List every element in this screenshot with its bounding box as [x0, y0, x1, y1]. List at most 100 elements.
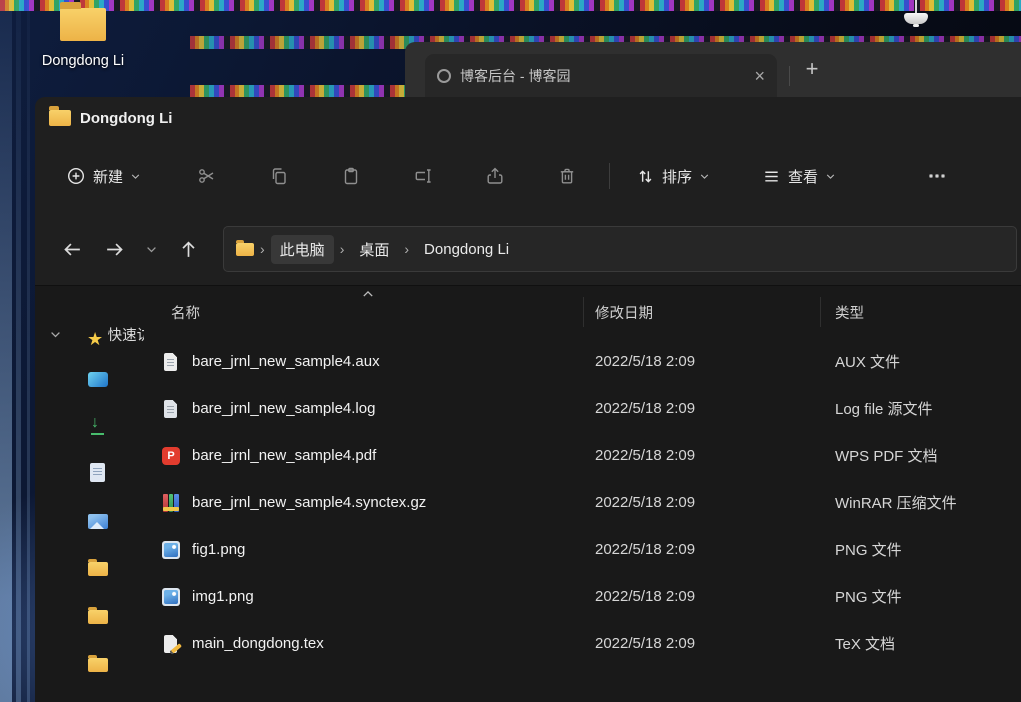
file-name: bare_jrnl_new_sample4.aux — [192, 353, 380, 370]
sidebar-item-desktop[interactable] — [88, 372, 108, 392]
file-rows: bare_jrnl_new_sample4.aux 2022/5/18 2:09… — [151, 338, 1021, 702]
file-row[interactable]: img1.png 2022/5/18 2:09 PNG 文件 — [151, 573, 1021, 620]
share-button[interactable] — [473, 156, 517, 196]
folder-icon — [88, 607, 108, 624]
forward-button[interactable] — [93, 229, 135, 269]
quick-access-label: 快速访问 — [107, 328, 144, 344]
tab-divider — [789, 66, 790, 86]
hanging-lamp-decoration — [903, 0, 929, 30]
browser-tab[interactable]: 博客后台 - 博客园 × — [425, 54, 777, 97]
desktop-shortcut-dongdong-li[interactable]: Dongdong Li — [30, 2, 136, 69]
cut-button[interactable] — [185, 156, 229, 196]
desktop: Dongdong Li 博客后台 - 博客园 × + Dongdong Li 新… — [0, 0, 1021, 702]
new-button-label: 新建 — [93, 168, 124, 186]
sort-button[interactable]: 排序 — [630, 158, 716, 195]
back-button[interactable] — [51, 229, 93, 269]
chevron-down-icon — [826, 173, 835, 179]
sidebar-item-downloads[interactable] — [89, 414, 107, 440]
file-row[interactable]: bare_jrnl_new_sample4.synctex.gz 2022/5/… — [151, 479, 1021, 526]
column-header-name[interactable]: 名称 — [171, 302, 200, 323]
folder-icon — [49, 106, 71, 126]
file-explorer-window: Dongdong Li 新建 排序 查看 › 此电脑 › 桌面 › Dongdo… — [35, 97, 1021, 702]
file-type: TeX 文档 — [835, 636, 896, 653]
file-name: bare_jrnl_new_sample4.synctex.gz — [192, 494, 427, 511]
recent-locations-button[interactable] — [135, 229, 167, 269]
aux-file-icon — [161, 352, 181, 372]
column-divider[interactable] — [820, 297, 821, 327]
breadcrumb-desktop[interactable]: 桌面 — [350, 235, 398, 264]
more-options-button[interactable] — [915, 156, 959, 196]
folder-icon — [88, 655, 108, 672]
chevron-down-icon — [51, 332, 60, 338]
png-image-icon — [161, 587, 181, 607]
ellipsis-icon — [929, 174, 945, 178]
chevron-down-icon — [700, 173, 709, 179]
file-type: PNG 文件 — [835, 542, 902, 559]
file-type: WPS PDF 文档 — [835, 448, 938, 465]
rename-button[interactable] — [401, 156, 445, 196]
file-name: bare_jrnl_new_sample4.pdf — [192, 447, 377, 464]
view-button-label: 查看 — [788, 168, 819, 186]
file-row[interactable]: bare_jrnl_new_sample4.aux 2022/5/18 2:09… — [151, 338, 1021, 385]
navigation-pane: ★ 快速访问 — [35, 286, 151, 702]
tab-title: 博客后台 - 博客园 — [460, 67, 571, 84]
file-date: 2022/5/18 2:09 — [595, 447, 696, 464]
copy-icon — [272, 168, 286, 185]
view-button[interactable]: 查看 — [756, 158, 842, 195]
new-tab-button[interactable]: + — [797, 55, 827, 85]
rename-icon — [415, 169, 431, 183]
tab-close-icon[interactable]: × — [754, 67, 765, 85]
column-divider[interactable] — [583, 297, 584, 327]
paste-icon — [344, 167, 358, 185]
file-type: AUX 文件 — [835, 354, 901, 371]
file-name: img1.png — [192, 588, 254, 605]
winrar-archive-icon — [161, 493, 181, 513]
log-file-icon — [161, 399, 181, 419]
chevron-down-icon — [146, 246, 156, 252]
breadcrumb-this-pc[interactable]: 此电脑 — [270, 234, 334, 264]
breadcrumb-separator: › — [404, 241, 410, 257]
paste-button[interactable] — [329, 156, 373, 196]
title-bar: Dongdong Li — [35, 97, 1021, 139]
file-date: 2022/5/18 2:09 — [595, 588, 696, 605]
file-row[interactable]: bare_jrnl_new_sample4.pdf 2022/5/18 2:09… — [151, 432, 1021, 479]
file-row[interactable]: main_dongdong.tex 2022/5/18 2:09 TeX 文档 — [151, 620, 1021, 667]
delete-button[interactable] — [545, 156, 589, 196]
trash-icon — [560, 168, 574, 184]
file-name: main_dongdong.tex — [192, 635, 324, 652]
file-date: 2022/5/18 2:09 — [595, 541, 696, 558]
explorer-content: ★ 快速访问 名称 修改日期 类型 — [35, 285, 1021, 702]
shortcut-label: Dongdong Li — [41, 53, 125, 69]
breadcrumb-current-folder[interactable]: Dongdong Li — [415, 237, 518, 262]
copy-button[interactable] — [257, 156, 301, 196]
sidebar-item-quick-access[interactable]: ★ 快速访问 — [87, 324, 144, 350]
sidebar-item-folder[interactable] — [88, 607, 108, 629]
new-button[interactable]: 新建 — [60, 158, 147, 195]
sidebar-item-pictures[interactable] — [88, 514, 108, 534]
sort-ascending-icon — [361, 287, 375, 306]
folder-icon — [236, 239, 254, 256]
folder-icon — [60, 2, 106, 41]
window-title: Dongdong Li — [80, 109, 173, 127]
quick-access-expander[interactable] — [49, 328, 62, 346]
desktop-monitor-icon — [88, 372, 108, 387]
column-header-type[interactable]: 类型 — [835, 302, 864, 323]
sidebar-item-documents[interactable] — [90, 463, 105, 487]
sidebar-item-folder[interactable] — [88, 559, 108, 581]
file-date: 2022/5/18 2:09 — [595, 400, 696, 417]
file-name: fig1.png — [192, 541, 246, 558]
navigation-bar: › 此电脑 › 桌面 › Dongdong Li — [35, 213, 1021, 285]
folder-icon — [88, 559, 108, 576]
share-icon — [487, 167, 503, 184]
png-image-icon — [161, 540, 181, 560]
file-row[interactable]: fig1.png 2022/5/18 2:09 PNG 文件 — [151, 526, 1021, 573]
file-row[interactable]: bare_jrnl_new_sample4.log 2022/5/18 2:09… — [151, 385, 1021, 432]
up-button[interactable] — [167, 229, 209, 269]
address-bar[interactable]: › 此电脑 › 桌面 › Dongdong Li — [223, 226, 1017, 272]
document-icon — [90, 463, 105, 482]
column-header-date[interactable]: 修改日期 — [595, 302, 653, 323]
download-arrow-icon — [89, 414, 107, 435]
sort-arrows-icon — [639, 169, 652, 183]
breadcrumb-separator: › — [339, 241, 345, 257]
sidebar-item-folder[interactable] — [88, 655, 108, 677]
